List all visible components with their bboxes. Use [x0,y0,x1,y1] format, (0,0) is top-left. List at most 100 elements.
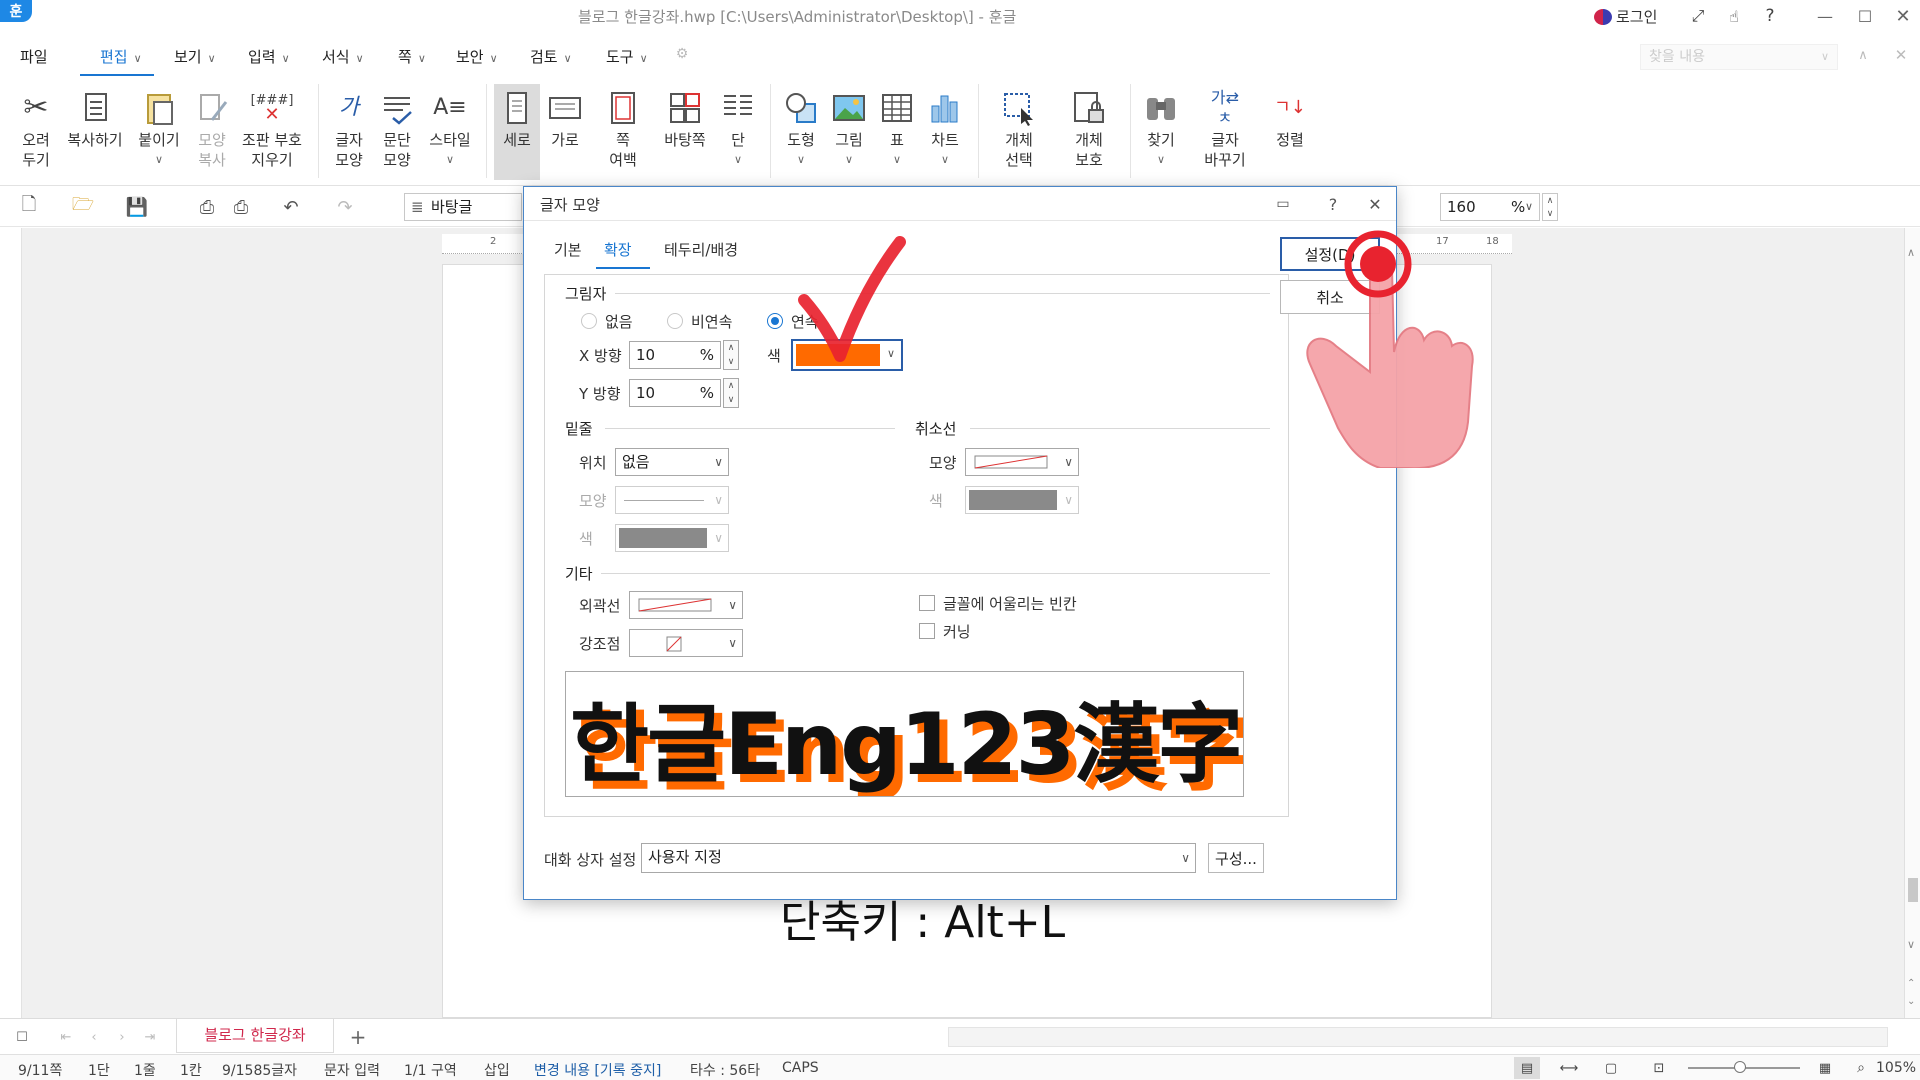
paste-button[interactable]: 붙이기 ∨ [134,90,184,170]
format-painter-button[interactable]: 모양 복사 [190,90,234,170]
page-grid-icon[interactable]: ▦ [1814,1057,1836,1079]
dialog-close-icon[interactable]: ✕ [1364,193,1386,215]
view-page-icon[interactable]: ▢ [1598,1057,1624,1079]
prev-page-icon[interactable]: ⌃ [1907,978,1915,989]
menu-file[interactable]: 파일 [20,46,48,67]
strike-shape-select[interactable]: ∨ [965,448,1079,476]
login-button[interactable]: 로그인 [1616,6,1657,27]
chart-button[interactable]: 차트 ∨ [922,90,968,170]
compose-button[interactable]: 구성... [1208,843,1264,873]
new-doc-icon[interactable]: 🗋 [16,194,42,220]
extra-menu-icon[interactable]: ⚙ [672,44,692,64]
print-preview-icon[interactable]: ⎙ [228,194,254,220]
menu-edit[interactable]: 편집 ∨ [100,46,142,67]
replace-button[interactable]: 가⇄ㅊ 글자 바꾸기 [1194,88,1256,170]
zoom-select[interactable]: 160 % ∨ [1440,193,1540,221]
portrait-button[interactable]: 세로 [494,84,540,180]
scroll-down-icon[interactable]: ∨ [1907,938,1915,951]
shadow-x-spinner[interactable]: ∧ ∨ [723,340,739,370]
search-input[interactable]: 찾을 내용 ∨ [1640,44,1838,70]
menu-security[interactable]: 보안 ∨ [456,46,498,67]
dialog-help-icon[interactable]: ? [1322,193,1344,215]
tab-extended[interactable]: 확장 [604,239,632,260]
help-icon[interactable]: ? [1758,4,1782,28]
find-button[interactable]: 찾기 ∨ [1138,90,1184,170]
dialog-memo-icon[interactable]: ▭ [1272,193,1294,215]
columns-button[interactable]: 단 ∨ [716,90,760,170]
view-width-icon[interactable]: ⟷ [1556,1057,1582,1079]
sort-button[interactable]: ㄱ↓ 정렬 [1268,90,1312,150]
doc-tab[interactable]: 블로그 한글강좌 [176,1019,334,1053]
zoom-slider-thumb[interactable] [1734,1061,1746,1073]
redo-icon[interactable]: ↷ [332,194,358,220]
style-button[interactable]: A≡ 스타일 ∨ [424,90,476,170]
maximize-icon[interactable]: ☐ [1850,4,1880,28]
master-page-button[interactable]: 바탕쪽 [660,90,710,150]
last-tab-icon[interactable]: ⇥ [140,1027,160,1047]
first-tab-icon[interactable]: ⇤ [56,1027,76,1047]
strike-color-select[interactable]: ∨ [965,486,1079,514]
landscape-button[interactable]: 가로 [542,90,588,150]
spin-down-icon[interactable]: ∨ [728,395,735,405]
shadow-discrete-radio[interactable] [667,313,683,329]
tab-list-icon[interactable]: ☐ [12,1027,32,1047]
spin-down-icon[interactable]: ∨ [1547,209,1554,219]
menu-page[interactable]: 쪽 ∨ [398,46,426,67]
shadow-y-spinner[interactable]: ∧ ∨ [723,378,739,408]
prev-tab-icon[interactable]: ‹ [84,1027,104,1047]
spin-up-icon[interactable]: ∧ [1547,196,1554,206]
copy-button[interactable]: 복사하기 [64,90,126,150]
doc-close-icon[interactable]: ✕ [1890,44,1912,66]
add-tab-icon[interactable]: + [346,1025,370,1049]
picture-button[interactable]: 그림 ∨ [826,90,872,170]
horizontal-scrollbar[interactable] [948,1027,1888,1047]
zoom-icon[interactable]: ⌕ [1850,1057,1872,1079]
status-insert[interactable]: 삽입 [484,1060,510,1080]
clear-codes-button[interactable]: [###] ✕ 조판 부호 지우기 [238,90,306,170]
shadow-y-input[interactable]: 10 % [629,379,721,407]
object-select-button[interactable]: 개체 선택 [990,90,1048,170]
tab-basic[interactable]: 기본 [554,239,582,260]
fullscreen-icon[interactable]: ⤢ [1686,4,1710,28]
shadow-none-radio[interactable] [581,313,597,329]
style-select[interactable]: ≣ 바탕글 [404,193,522,221]
vertical-scrollbar[interactable]: ∧ ∨ ⌃ ⌄ [1904,228,1920,1018]
login-icon[interactable] [1594,9,1612,25]
view-normal-icon[interactable]: ▤ [1514,1057,1540,1079]
menu-tools[interactable]: 도구 ∨ [606,46,648,67]
next-tab-icon[interactable]: › [112,1027,132,1047]
cut-button[interactable]: ✂ 오려 두기 [14,90,58,170]
hangul-app-icon[interactable]: 훈 [0,0,32,22]
shapes-button[interactable]: 도형 ∨ [778,90,824,170]
underline-pos-select[interactable]: 없음 ∨ [615,448,729,476]
print-icon[interactable]: ⎙ [194,194,220,220]
save-icon[interactable]: 💾 [124,194,150,220]
fit-space-checkbox[interactable] [919,595,935,611]
underline-color-select[interactable]: ∨ [615,524,729,552]
status-zoom[interactable]: 105% [1876,1060,1916,1076]
table-button[interactable]: 표 ∨ [874,90,920,170]
shadow-continuous-radio[interactable] [767,313,783,329]
close-icon[interactable]: ✕ [1888,4,1918,28]
view-fit-icon[interactable]: ⊡ [1646,1057,1672,1079]
object-protect-button[interactable]: 개체 보호 [1058,90,1120,170]
spin-down-icon[interactable]: ∨ [728,357,735,367]
menu-insert[interactable]: 입력 ∨ [248,46,290,67]
menu-format[interactable]: 서식 ∨ [322,46,364,67]
ribbon-collapse-icon[interactable]: ∧ [1852,44,1874,66]
tab-border-bg[interactable]: 테두리/배경 [664,239,738,260]
shadow-x-input[interactable]: 10 % [629,341,721,369]
status-track-changes[interactable]: 변경 내용 [기록 중지] [534,1060,661,1080]
menu-view[interactable]: 보기 ∨ [174,46,216,67]
para-shape-button[interactable]: 문단 모양 [374,90,420,170]
next-page-icon[interactable]: ⌄ [1907,996,1915,1007]
underline-shape-select[interactable]: ∨ [615,486,729,514]
page-margin-button[interactable]: 쪽 여백 [596,90,650,170]
minimize-icon[interactable]: — [1810,4,1840,28]
menu-review[interactable]: 검토 ∨ [530,46,572,67]
emphasis-select[interactable]: ∨ [629,629,743,657]
spin-up-icon[interactable]: ∧ [728,381,735,391]
open-folder-icon[interactable]: 🗁 [70,194,96,220]
undo-icon[interactable]: ↶ [278,194,304,220]
outline-select[interactable]: ∨ [629,591,743,619]
